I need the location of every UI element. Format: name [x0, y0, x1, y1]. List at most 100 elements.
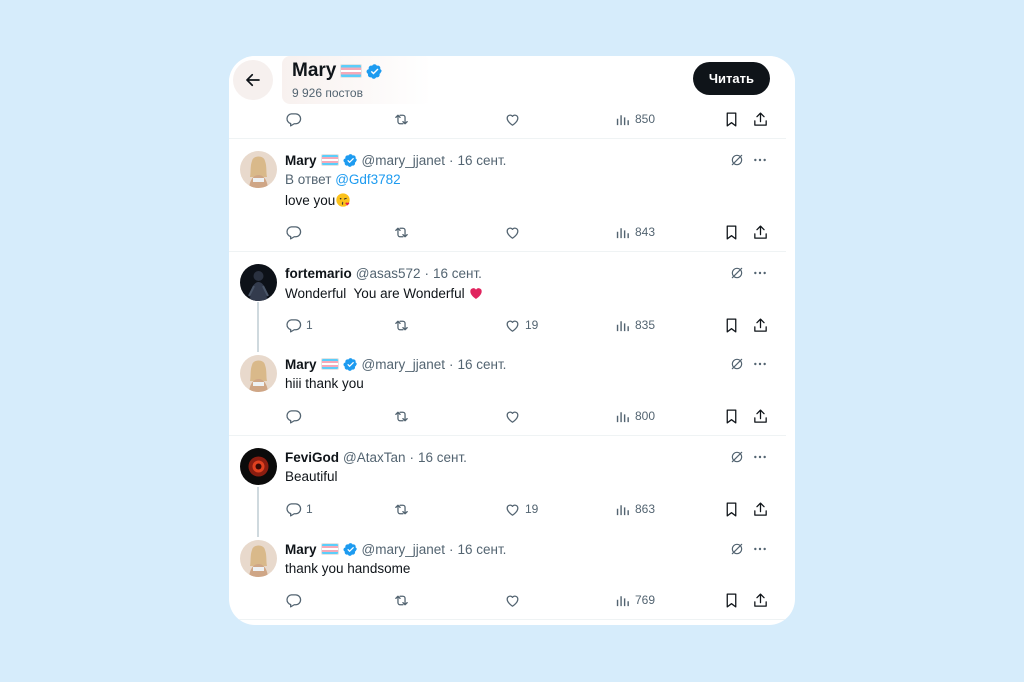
retweet-icon — [393, 224, 410, 241]
author-name[interactable]: Mary — [285, 357, 317, 372]
grok-icon[interactable] — [729, 541, 745, 557]
bookmark-button[interactable] — [723, 314, 740, 336]
like-count: 19 — [525, 318, 539, 332]
author-handle[interactable]: @mary_jjanet — [362, 357, 446, 372]
like-button[interactable] — [504, 221, 525, 243]
follow-button[interactable]: Читать — [692, 62, 770, 95]
reply-button[interactable]: 1 — [285, 498, 313, 520]
tweet-text-body: Wonderful You are Wonderful — [285, 286, 465, 301]
bookmark-button[interactable] — [723, 498, 740, 520]
tweet-date[interactable]: 16 сент. — [433, 266, 482, 281]
back-button[interactable] — [233, 60, 273, 100]
reply-button[interactable] — [285, 405, 306, 427]
tweet-date[interactable]: 16 сент. — [458, 542, 507, 557]
retweet-button[interactable] — [393, 108, 410, 130]
views-count: 769 — [635, 593, 656, 607]
author-name[interactable]: Mary — [285, 542, 317, 557]
retweet-button[interactable] — [393, 405, 410, 427]
author-name[interactable]: FeviGod — [285, 450, 339, 465]
more-icon[interactable] — [752, 541, 768, 557]
share-button[interactable] — [752, 221, 769, 243]
profile-name: Mary — [292, 60, 337, 81]
grok-icon[interactable] — [729, 449, 745, 465]
more-icon[interactable] — [752, 152, 768, 168]
heart-icon — [504, 111, 521, 128]
like-button[interactable] — [504, 589, 525, 611]
bookmark-button[interactable] — [723, 221, 740, 243]
bookmark-button[interactable] — [723, 108, 740, 130]
grok-icon[interactable] — [729, 356, 745, 372]
like-button[interactable] — [504, 108, 521, 130]
separator-dot: · — [449, 152, 454, 168]
red-heart-emoji — [468, 285, 484, 301]
timeline-card: Mary 9 926 постов Читать 850 Mary @mary_… — [229, 56, 795, 625]
reply-icon — [285, 592, 302, 609]
like-button[interactable] — [504, 405, 525, 427]
views-count: 800 — [635, 409, 656, 423]
share-button[interactable] — [752, 589, 769, 611]
reply-button[interactable]: 1 — [285, 314, 313, 336]
tweet-text: love you — [285, 192, 351, 208]
separator-dot: · — [424, 265, 430, 281]
share-button[interactable] — [752, 108, 769, 130]
tweet-date[interactable]: 16 сент. — [418, 450, 467, 465]
more-icon[interactable] — [752, 449, 768, 465]
share-button[interactable] — [752, 405, 769, 427]
views-button[interactable]: 863 — [614, 498, 655, 520]
views-button[interactable]: 843 — [614, 221, 655, 243]
retweet-icon — [393, 408, 410, 425]
bookmark-button[interactable] — [723, 405, 740, 427]
divider — [229, 435, 786, 436]
avatar[interactable] — [240, 264, 277, 301]
reply-icon — [285, 111, 302, 128]
reply-mention-link[interactable]: @Gdf3782 — [335, 172, 401, 187]
more-icon[interactable] — [752, 356, 768, 372]
reply-icon — [285, 408, 302, 425]
author-name[interactable]: Mary — [285, 153, 317, 168]
views-count: 843 — [635, 225, 656, 239]
avatar[interactable] — [240, 540, 277, 577]
tweet-text: thank you handsome — [285, 561, 411, 576]
tweet-actions: 1 19 863 — [229, 498, 795, 520]
avatar[interactable] — [240, 151, 277, 188]
share-button[interactable] — [752, 314, 769, 336]
like-button[interactable]: 19 — [504, 498, 538, 520]
reply-button[interactable] — [285, 589, 306, 611]
grok-icon[interactable] — [729, 265, 745, 281]
grok-icon[interactable] — [729, 152, 745, 168]
author-handle[interactable]: @mary_jjanet — [362, 153, 446, 168]
share-icon — [752, 501, 769, 518]
more-icon[interactable] — [752, 265, 768, 281]
views-button[interactable]: 769 — [614, 589, 655, 611]
views-chart-icon — [614, 224, 631, 241]
author-handle[interactable]: @mary_jjanet — [362, 542, 446, 557]
verified-badge-icon — [343, 542, 358, 557]
author-name[interactable]: fortemario — [285, 266, 352, 281]
author-handle[interactable]: @asas572 — [356, 266, 421, 281]
author-handle[interactable]: @AtaxTan — [343, 450, 405, 465]
retweet-icon — [393, 592, 410, 609]
avatar[interactable] — [240, 355, 277, 392]
reply-context: В ответ @Gdf3782 — [285, 172, 401, 187]
like-button[interactable]: 19 — [504, 314, 538, 336]
views-button[interactable]: 800 — [614, 405, 655, 427]
bookmark-button[interactable] — [723, 589, 740, 611]
avatar[interactable] — [240, 448, 277, 485]
views-button[interactable]: 835 — [614, 314, 655, 336]
bookmark-icon — [723, 501, 740, 518]
share-icon — [752, 224, 769, 241]
bookmark-icon — [723, 592, 740, 609]
reply-button[interactable] — [285, 108, 302, 130]
retweet-button[interactable] — [393, 314, 410, 336]
divider — [229, 619, 786, 620]
share-button[interactable] — [752, 498, 769, 520]
views-button[interactable]: 850 — [614, 108, 655, 130]
tweet-date[interactable]: 16 сент. — [458, 153, 507, 168]
tweet-date[interactable]: 16 сент. — [458, 357, 507, 372]
divider — [229, 251, 786, 252]
retweet-button[interactable] — [393, 221, 410, 243]
retweet-button[interactable] — [393, 589, 410, 611]
retweet-button[interactable] — [393, 498, 410, 520]
reply-button[interactable] — [285, 221, 306, 243]
tweet-actions: 850 — [229, 108, 795, 130]
